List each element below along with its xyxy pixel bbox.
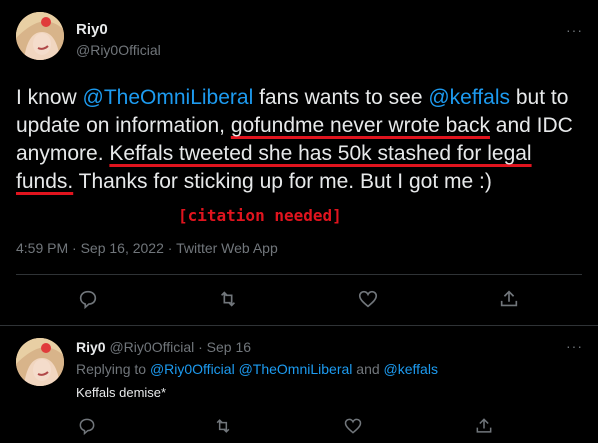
text-segment: I know bbox=[16, 86, 83, 109]
citation-annotation: [citation needed] bbox=[178, 206, 342, 225]
main-tweet: Riy0 @Riy0Official ··· I know @TheOmniLi… bbox=[0, 0, 598, 325]
replying-label: Replying to bbox=[76, 361, 150, 377]
mention-link[interactable]: @keffals bbox=[384, 361, 438, 377]
handle[interactable]: @Riy0Official bbox=[109, 339, 194, 355]
tweet-date[interactable]: · Sep 16 bbox=[198, 339, 251, 355]
avatar[interactable] bbox=[16, 12, 64, 60]
tweet-text: I know @TheOmniLiberal fans wants to see… bbox=[16, 84, 586, 196]
handle[interactable]: @Riy0Official bbox=[76, 42, 161, 58]
more-icon[interactable]: ··· bbox=[566, 22, 583, 38]
mention-link[interactable]: @TheOmniLiberal bbox=[83, 86, 254, 109]
underlined-text: gofundme never wrote back bbox=[230, 114, 490, 137]
replying-to: Replying to @Riy0Official @TheOmniLibera… bbox=[76, 361, 438, 377]
display-name[interactable]: Riy0 bbox=[76, 21, 108, 38]
retweet-icon[interactable] bbox=[216, 288, 240, 310]
like-icon[interactable] bbox=[343, 416, 363, 436]
retweet-icon[interactable] bbox=[212, 416, 234, 436]
mention-link[interactable]: @keffals bbox=[428, 86, 510, 109]
share-icon[interactable] bbox=[498, 288, 520, 310]
text-segment: Thanks for sticking up for me. But I got… bbox=[73, 170, 492, 193]
replying-label: and bbox=[352, 361, 384, 377]
text-segment: fans wants to see bbox=[253, 86, 429, 109]
avatar[interactable] bbox=[16, 338, 64, 386]
divider bbox=[16, 274, 582, 275]
tweet-timestamp[interactable]: 4:59 PM · Sep 16, 2022 · Twitter Web App bbox=[16, 240, 278, 256]
display-name[interactable]: Riy0 bbox=[76, 339, 106, 355]
mention-link[interactable]: @Riy0Official @TheOmniLiberal bbox=[150, 361, 352, 377]
reply-icon[interactable] bbox=[77, 288, 99, 310]
reply-tweet: Riy0 @Riy0Official · Sep 16 ··· Replying… bbox=[0, 326, 598, 443]
reply-header: Riy0 @Riy0Official · Sep 16 bbox=[76, 339, 251, 355]
reply-icon[interactable] bbox=[77, 416, 97, 436]
share-icon[interactable] bbox=[474, 416, 494, 436]
more-icon[interactable]: ··· bbox=[566, 338, 583, 354]
like-icon[interactable] bbox=[357, 288, 379, 310]
reply-text: Keffals demise* bbox=[76, 385, 167, 400]
